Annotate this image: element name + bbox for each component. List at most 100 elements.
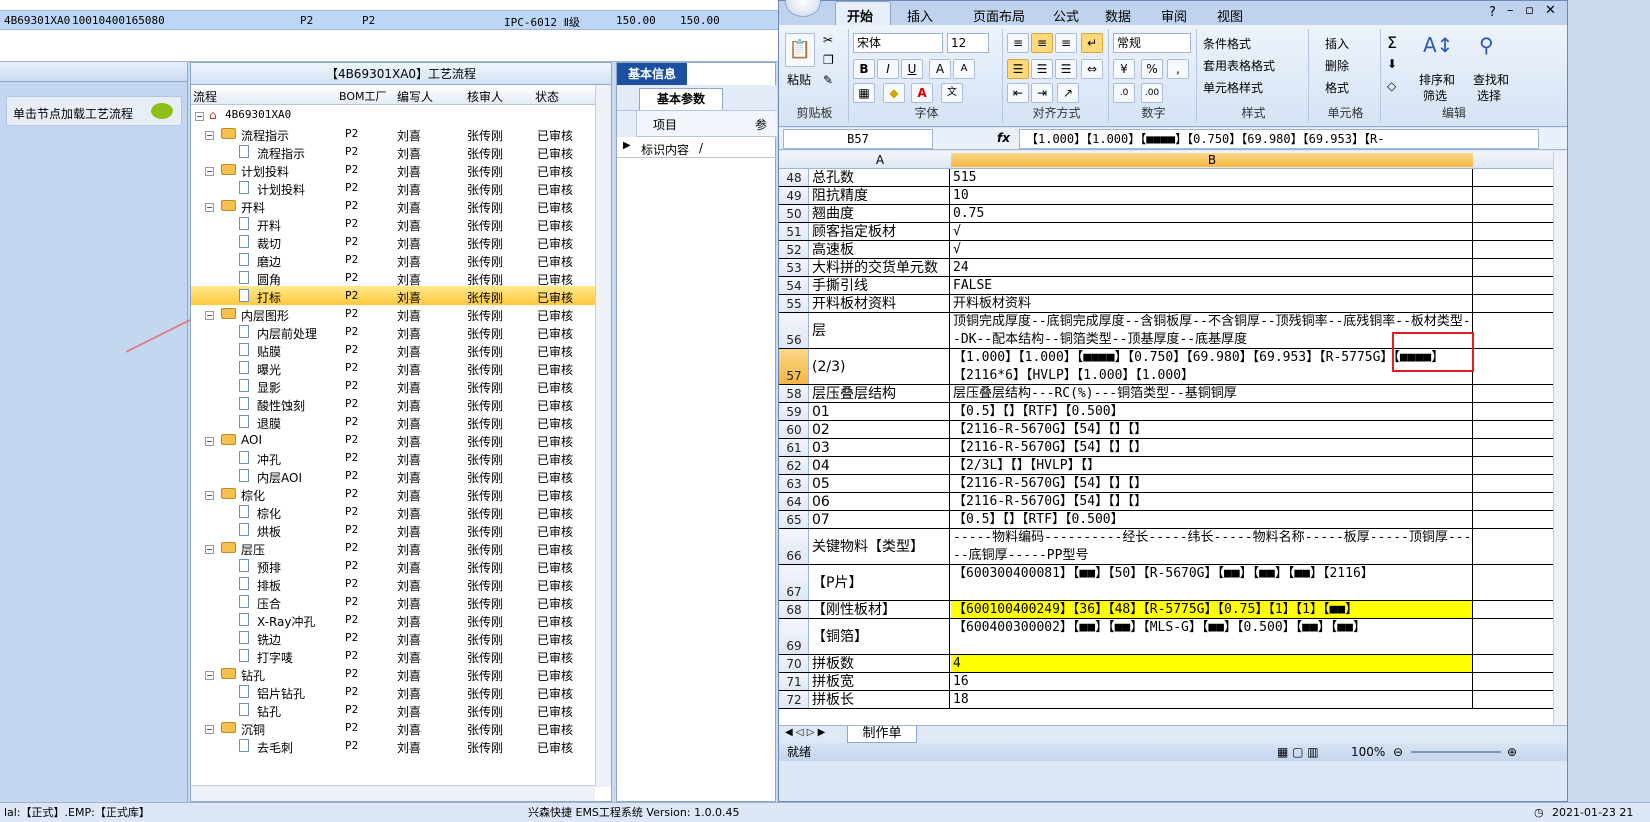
row-header[interactable]: 48 (779, 169, 809, 186)
cell-b[interactable]: 开料板材资料 (951, 295, 1473, 312)
paste-icon[interactable]: 📋 (785, 33, 815, 67)
cell-a[interactable]: 07 (810, 511, 950, 528)
tab-view[interactable]: 视图 (1217, 6, 1243, 25)
cell-b[interactable]: 0.75 (951, 205, 1473, 222)
bold-button[interactable]: B (853, 59, 875, 79)
sheet-tab[interactable]: 制作单 (847, 726, 917, 743)
cell-b[interactable]: 【600400300002】【■■】【■■】【MLS-G】【■■】【0.500】… (951, 619, 1473, 654)
collapse-icon[interactable]: − (205, 433, 214, 447)
grow-font-button[interactable]: A (929, 59, 951, 79)
row-header[interactable]: 66 (779, 529, 809, 564)
tree-row[interactable]: X-Ray冲孔 P2 刘喜 张传刚 已审核 (191, 610, 595, 629)
tree-row[interactable]: 铝片钻孔 P2 刘喜 张传刚 已审核 (191, 682, 595, 701)
underline-button[interactable]: U (901, 59, 923, 79)
copy-icon[interactable]: ❐ (823, 53, 834, 67)
cell-a[interactable]: 04 (810, 457, 950, 474)
autosum-icon[interactable]: Σ (1387, 33, 1397, 52)
cell-styles-button[interactable]: 单元格样式 (1203, 79, 1263, 96)
row-header[interactable]: 69 (779, 619, 809, 654)
cell-a[interactable]: 翘曲度 (810, 205, 950, 222)
paste-button[interactable]: 粘贴 (787, 71, 811, 88)
sheet-row[interactable]: 59 01 【0.5】【】【RTF】【0.500】 (779, 403, 1553, 421)
row-header[interactable]: 72 (779, 691, 809, 708)
cell-a[interactable]: 层 (810, 313, 950, 348)
collapse-icon[interactable]: − (205, 127, 214, 141)
collapse-icon[interactable]: − (205, 541, 214, 555)
collapse-icon[interactable]: − (205, 163, 214, 177)
cell-a[interactable]: 顾客指定板材 (810, 223, 950, 240)
sheet-vertical-scrollbar[interactable] (1553, 151, 1567, 725)
row-header[interactable]: 55 (779, 295, 809, 312)
italic-button[interactable]: I (877, 59, 899, 79)
tree-row[interactable]: 压合 P2 刘喜 张传刚 已审核 (191, 592, 595, 611)
sheet-row[interactable]: 71 拼板宽 16 (779, 673, 1553, 691)
collapse-icon[interactable]: − (205, 199, 214, 213)
row-header[interactable]: 71 (779, 673, 809, 690)
number-format-select[interactable]: 常规 (1113, 33, 1191, 53)
tree-row[interactable]: 流程指示 P2 刘喜 张传刚 已审核 (191, 142, 595, 161)
conditional-format-button[interactable]: 条件格式 (1203, 35, 1251, 52)
basic-params-row[interactable]: ▶ 标识内容 / (617, 138, 777, 158)
cell-a[interactable]: 【P片】 (810, 565, 950, 600)
collapse-icon[interactable]: − (195, 108, 204, 122)
sort-filter-button-line2[interactable]: 筛选 (1423, 87, 1447, 104)
sheet-row[interactable]: 72 拼板长 18 (779, 691, 1553, 709)
sheet-row[interactable]: 68 【刚性板材】 【600100400249】【36】【48】【R-5775G… (779, 601, 1553, 619)
cell-b[interactable]: √ (951, 241, 1473, 258)
row-header[interactable]: 58 (779, 385, 809, 402)
collapse-icon[interactable]: − (205, 667, 214, 681)
tree-row[interactable]: 酸性蚀刻 P2 刘喜 张传刚 已审核 (191, 394, 595, 413)
process-vertical-scrollbar[interactable] (595, 85, 611, 787)
cell-b[interactable]: √ (951, 223, 1473, 240)
sheet-row[interactable]: 61 03 【2116-R-5670G】【54】【】【】 (779, 439, 1553, 457)
wrap-text-icon[interactable]: ↵ (1081, 33, 1103, 53)
row-header[interactable]: 49 (779, 187, 809, 204)
sheet-row[interactable]: 63 05 【2116-R-5670G】【54】【】【】 (779, 475, 1553, 493)
sheet-row[interactable]: 60 02 【2116-R-5670G】【54】【】【】 (779, 421, 1553, 439)
font-size-select[interactable]: 12 (947, 33, 989, 53)
zoom-level[interactable]: 100% (1351, 743, 1385, 761)
sheet-row[interactable]: 67 【P片】 【600300400081】【■■】【50】【R-5670G】【… (779, 565, 1553, 601)
collapse-icon[interactable]: − (205, 307, 214, 321)
cell-b[interactable]: 16 (951, 673, 1473, 690)
column-header-a[interactable]: A (810, 153, 950, 167)
tree-row[interactable]: − 内层图形 P2 刘喜 张传刚 已审核 (191, 304, 595, 323)
cell-b[interactable]: 【2116-R-5670G】【54】【】【】 (951, 439, 1473, 456)
format-painter-icon[interactable]: ✎ (823, 73, 833, 87)
tab-home[interactable]: 开始 (847, 6, 873, 25)
fill-color-icon[interactable]: ◆ (883, 83, 905, 103)
formula-input[interactable]: 【1.000】【1.000】【■■■■】【0.750】【69.980】【69.9… (1019, 129, 1539, 149)
fill-icon[interactable]: ⬇ (1387, 57, 1397, 71)
tree-row[interactable]: 内层AOI P2 刘喜 张传刚 已审核 (191, 466, 595, 485)
tree-row[interactable]: − 开料 P2 刘喜 张传刚 已审核 (191, 196, 595, 215)
sheet-row[interactable]: 58 层压叠层结构 层压叠层结构---RC(%)---铜箔类型--基铜铜厚 (779, 385, 1553, 403)
office-button[interactable] (785, 0, 821, 17)
sheet-row[interactable]: 69 【铜箔】 【600400300002】【■■】【■■】【MLS-G】【■■… (779, 619, 1553, 655)
top-grid-row[interactable]: 4B69301XA0 10010400165080 P2 P2 IPC-6012… (0, 10, 790, 30)
tab-page-layout[interactable]: 页面布局 (973, 6, 1025, 25)
name-box[interactable]: B57 (783, 129, 933, 149)
sheet-row[interactable]: 51 顾客指定板材 √ (779, 223, 1553, 241)
cell-a[interactable]: (2/3) (810, 349, 950, 384)
percent-icon[interactable]: % (1141, 59, 1163, 79)
cell-a[interactable]: 拼板数 (810, 655, 950, 672)
col-header-writer[interactable]: 编写人 (397, 88, 433, 105)
sheet-row[interactable]: 52 高速板 √ (779, 241, 1553, 259)
row-header[interactable]: 57 (779, 349, 809, 384)
zoom-out-icon[interactable]: ⊖ (1393, 743, 1403, 761)
cell-b[interactable]: 层压叠层结构---RC(%)---铜箔类型--基铜铜厚 (951, 385, 1473, 402)
tree-row[interactable]: 开料 P2 刘喜 张传刚 已审核 (191, 214, 595, 233)
cell-a[interactable]: 【铜箔】 (810, 619, 950, 654)
align-bottom-icon[interactable]: ≡ (1055, 33, 1077, 53)
cell-a[interactable]: 03 (810, 439, 950, 456)
cut-icon[interactable]: ✂ (823, 33, 833, 47)
fx-icon[interactable]: fx (997, 131, 1010, 145)
cell-a[interactable]: 手撕引线 (810, 277, 950, 294)
tree-row[interactable]: − 棕化 P2 刘喜 张传刚 已审核 (191, 484, 595, 503)
row-header[interactable]: 63 (779, 475, 809, 492)
cell-b[interactable]: 【2116-R-5670G】【54】【】【】 (951, 421, 1473, 438)
sheet-row[interactable]: 50 翘曲度 0.75 (779, 205, 1553, 223)
format-cells-button[interactable]: 格式 (1325, 79, 1349, 96)
tree-row[interactable]: 钻孔 P2 刘喜 张传刚 已审核 (191, 700, 595, 719)
font-name-select[interactable]: 宋体 (853, 33, 943, 53)
